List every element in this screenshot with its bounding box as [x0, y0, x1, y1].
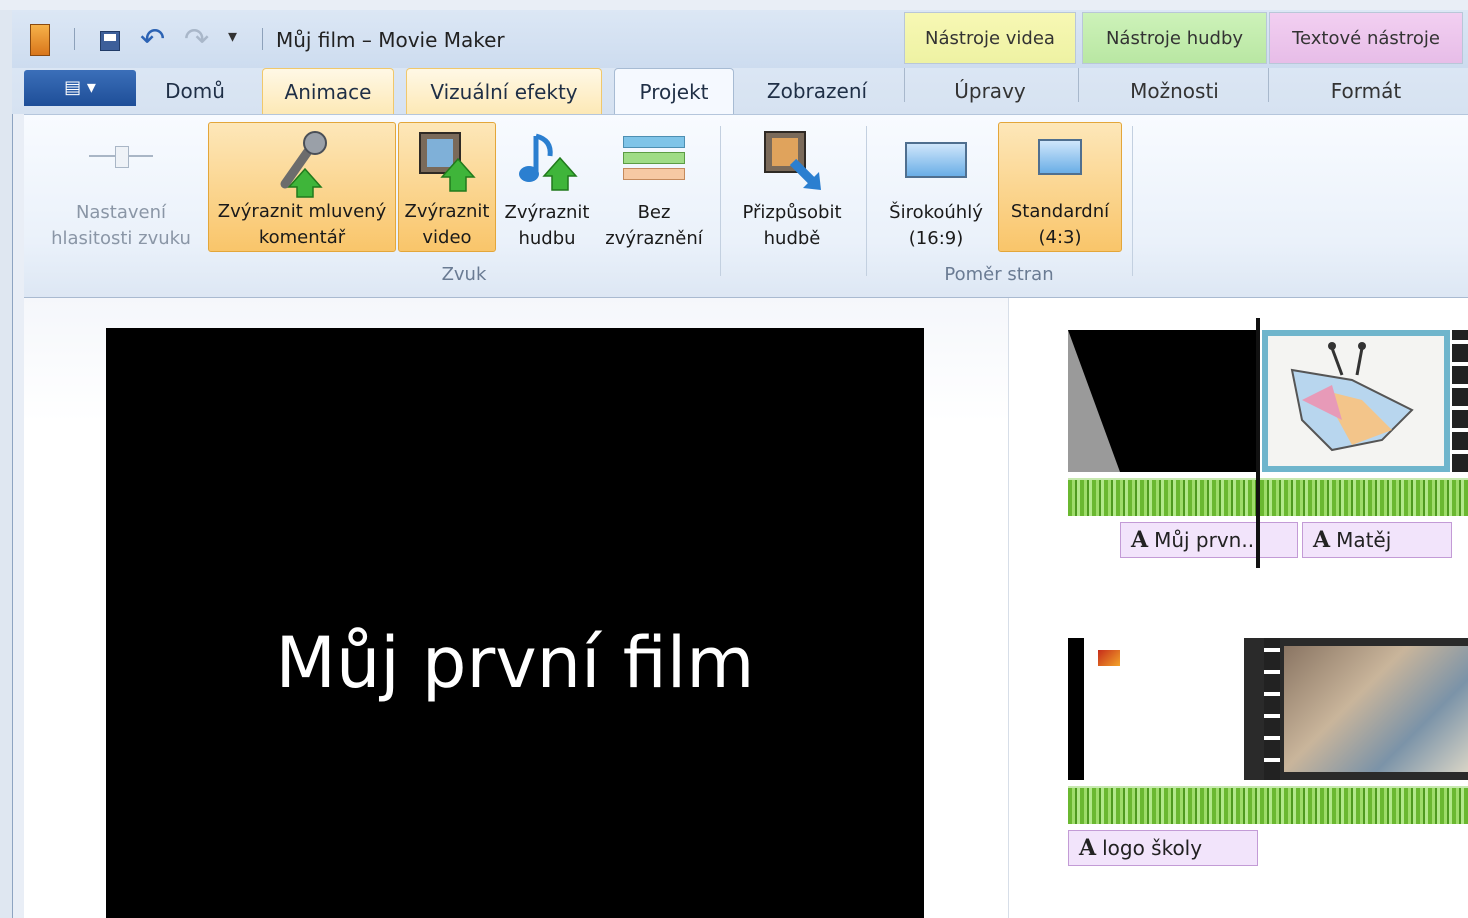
tab-home[interactable]: Domů — [148, 68, 242, 114]
application-menu-button[interactable]: ▤ ▾ — [24, 70, 136, 106]
logo-icon — [1098, 650, 1120, 666]
playhead[interactable] — [1256, 318, 1260, 568]
volume-slider-icon — [89, 144, 153, 168]
caption-clip[interactable]: A Můj prvn... — [1120, 522, 1298, 558]
context-header-text-tools: Textové nástroje — [1269, 12, 1463, 64]
volume-settings-button[interactable]: Nastavení hlasitosti zvuku — [38, 122, 204, 252]
tab-format[interactable]: Formát — [1269, 68, 1463, 114]
save-icon[interactable] — [100, 31, 120, 51]
audio-waveform-track — [1068, 478, 1468, 516]
ribbon-separator — [720, 126, 721, 276]
tab-project[interactable]: Projekt — [614, 68, 734, 115]
video-clip-thumbnail[interactable] — [1244, 638, 1468, 780]
no-emphasis-button[interactable]: Bez zvýraznění — [598, 122, 710, 252]
music-note-icon — [514, 128, 580, 202]
caption-clip[interactable]: A Matěj — [1302, 522, 1452, 558]
standard-aspect-icon — [1038, 139, 1082, 175]
drawing-icon — [1290, 342, 1414, 452]
qat-separator — [262, 28, 263, 50]
emphasize-video-button[interactable]: Zvýraznit video — [398, 122, 496, 252]
film-upload-icon — [414, 129, 480, 203]
ribbon-separator — [866, 126, 867, 276]
redo-icon[interactable]: ↷ — [184, 22, 209, 57]
widescreen-button[interactable]: Širokoúhlý (16:9) — [876, 122, 996, 252]
tab-edit[interactable]: Úpravy — [904, 68, 1076, 114]
emphasize-music-button[interactable]: Zvýraznit hudbu — [498, 122, 596, 252]
window-left-edge — [0, 10, 13, 918]
qat-separator — [74, 28, 75, 50]
no-emphasis-icon — [623, 136, 685, 180]
microphone-icon — [267, 129, 337, 207]
context-header-music-tools: Nástroje hudby — [1082, 12, 1267, 64]
customize-qat-icon[interactable]: ▾ — [228, 26, 237, 47]
tab-options[interactable]: Možnosti — [1082, 68, 1267, 114]
emphasize-narration-button[interactable]: Zvýraznit mluvený komentář — [208, 122, 396, 252]
undo-icon[interactable]: ↶ — [140, 22, 165, 57]
tab-animations[interactable]: Animace — [262, 68, 394, 114]
preview-title-text: Můj první film — [275, 622, 755, 704]
fit-to-music-button[interactable]: Přizpůsobit hudbě — [728, 122, 856, 252]
logo-clip-thumbnail[interactable] — [1068, 638, 1244, 780]
tab-visual-effects[interactable]: Vizuální efekty — [406, 68, 602, 114]
app-icon[interactable] — [30, 24, 50, 56]
ribbon-group-audio-label: Zvuk — [441, 264, 487, 285]
fit-to-music-icon — [759, 128, 825, 202]
caption-clip[interactable]: Alogo školy — [1068, 830, 1258, 866]
context-header-video-tools: Nástroje videa — [904, 12, 1076, 64]
context-separator — [1078, 68, 1079, 102]
ribbon-separator — [1132, 126, 1133, 276]
widescreen-icon — [905, 142, 967, 178]
standard-aspect-button[interactable]: Standardní (4:3) — [998, 122, 1122, 252]
title-clip-thumbnail[interactable] — [1068, 330, 1258, 472]
window-title: Můj film – Movie Maker — [276, 28, 505, 52]
tab-view[interactable]: Zobrazení — [748, 68, 886, 114]
menu-icon: ▤ ▾ — [64, 77, 96, 98]
audio-waveform-track — [1068, 786, 1468, 824]
ribbon-group-aspect-label: Poměr stran — [944, 264, 1054, 285]
photo-clip-thumbnail[interactable] — [1262, 330, 1450, 472]
filmstrip-edge — [1452, 330, 1468, 472]
